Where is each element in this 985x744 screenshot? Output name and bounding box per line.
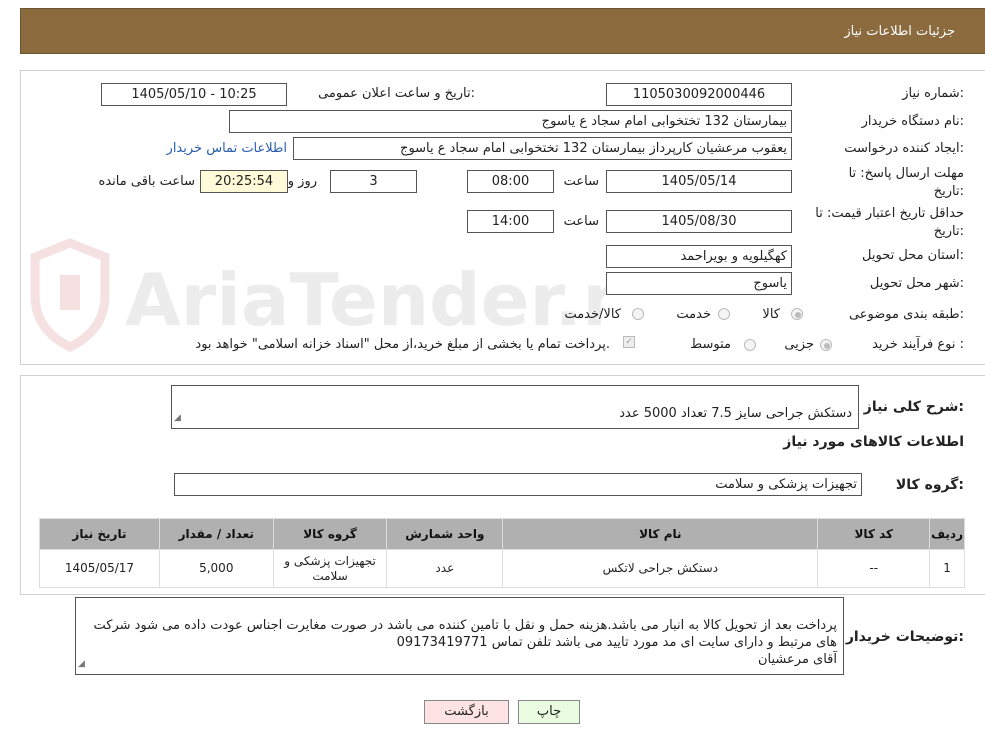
remaining-time-field: 20:25:54: [200, 170, 288, 193]
validity-time-field: 14:00: [467, 210, 554, 233]
buyer-org-field: بیمارستان 132 تختخوابی امام سجاد ع یاسوج: [229, 110, 792, 133]
col-name-header: نام کالا: [502, 518, 819, 550]
items-table: ردیف کد کالا نام کالا واحد شمارش گروه کا…: [39, 518, 965, 588]
category-goods-service-label: کالا/خدمت: [564, 307, 621, 322]
cell-date: 1405/05/17: [39, 549, 160, 588]
need-number-label: شماره نیاز:: [902, 86, 964, 101]
print-button[interactable]: چاپ: [518, 700, 580, 724]
description-text: دستکش جراحی سایز 7.5 تعداد 5000 عدد: [619, 406, 852, 421]
process-medium-label: متوسط: [690, 337, 731, 352]
requester-field: یعقوب مرعشیان کارپرداز بیمارستان 132 تخت…: [293, 137, 792, 160]
col-qty-header: تعداد / مقدار: [158, 518, 274, 550]
category-goods-label: کالا: [762, 307, 780, 322]
table-row: 1 -- دستکش جراحی لاتکس عدد تجهیزات پزشکی…: [39, 549, 965, 588]
buyer-notes-label: توضیحات خریدار:: [845, 629, 964, 645]
announce-label: تاریخ و ساعت اعلان عمومی:: [318, 86, 475, 101]
deadline-time-field: 08:00: [467, 170, 554, 193]
buyer-notes-textarea[interactable]: پرداخت بعد از تحویل کالا به انبار می باش…: [75, 597, 844, 675]
need-number-field: 1105030092000446: [606, 83, 792, 106]
buyer-contact-link[interactable]: اطلاعات تماس خریدار: [167, 141, 287, 156]
requester-label: ایجاد کننده درخواست:: [844, 141, 964, 156]
cell-code: --: [817, 549, 931, 588]
days-label: روز و: [287, 174, 317, 189]
announce-field: 1405/05/10 - 10:25: [101, 83, 287, 106]
process-minor-radio[interactable]: [820, 339, 832, 351]
validity-label-line1: حداقل تاریخ اعتبار قیمت: تا: [815, 206, 964, 221]
cell-qty: 5,000: [158, 549, 274, 588]
city-label: شهر محل تحویل:: [869, 276, 964, 291]
category-goods-radio[interactable]: [791, 308, 803, 320]
watermark-text: AriaTender.neT: [125, 258, 610, 342]
deadline-label-line2: تاریخ:: [933, 184, 964, 199]
deadline-time-label: ساعت: [563, 174, 599, 189]
goods-info-title: اطلاعات کالاهای مورد نیاز: [783, 434, 964, 450]
col-row-header: ردیف: [929, 518, 965, 550]
cell-unit: عدد: [386, 549, 504, 588]
cell-name: دستکش جراحی لاتکس: [502, 549, 819, 588]
buyer-org-label: نام دستگاه خریدار:: [861, 114, 964, 129]
goods-group-label: گروه کالا:: [895, 477, 964, 493]
category-service-label: خدمت: [676, 307, 711, 322]
resize-grip-icon[interactable]: ◢: [78, 656, 85, 673]
validity-time-label: ساعت: [563, 214, 599, 229]
col-group-header: گروه کالا: [272, 518, 388, 550]
col-date-header: تاریخ نیاز: [39, 518, 160, 550]
goods-group-field: تجهیزات پزشکی و سلامت: [174, 473, 862, 496]
city-field: یاسوج: [606, 272, 792, 295]
treasury-note: پرداخت تمام یا بخشی از مبلغ خرید،از محل …: [195, 337, 610, 352]
description-label: شرح کلی نیاز:: [863, 399, 964, 415]
col-unit-header: واحد شمارش: [386, 518, 504, 550]
page-title: جزئیات اطلاعات نیاز: [844, 24, 955, 39]
process-minor-label: جزیی: [784, 337, 814, 352]
validity-label-line2: تاریخ:: [933, 224, 964, 239]
days-field: 3: [330, 170, 417, 193]
process-medium-radio[interactable]: [744, 339, 756, 351]
col-code-header: کد کالا: [817, 518, 931, 550]
treasury-checkbox[interactable]: ✓: [623, 336, 635, 348]
category-goods-service-radio[interactable]: [632, 308, 644, 320]
category-label: طبقه بندی موضوعی:: [848, 307, 964, 322]
province-label: استان محل تحویل:: [862, 248, 964, 263]
cell-row: 1: [929, 549, 965, 588]
deadline-date-field: 1405/05/14: [606, 170, 792, 193]
description-textarea[interactable]: دستکش جراحی سایز 7.5 تعداد 5000 عدد ◢: [171, 385, 859, 429]
page-header: جزئیات اطلاعات نیاز: [20, 8, 985, 54]
process-label: نوع فرآیند خرید :: [872, 337, 964, 352]
buyer-notes-text: پرداخت بعد از تحویل کالا به انبار می باش…: [93, 618, 837, 667]
back-button[interactable]: بازگشت: [424, 700, 509, 724]
province-field: کهگیلویه و بویراحمد: [606, 245, 792, 268]
resize-grip-icon[interactable]: ◢: [174, 410, 181, 427]
cell-group: تجهیزات پزشکی و سلامت: [272, 549, 388, 588]
category-service-radio[interactable]: [718, 308, 730, 320]
deadline-label-line1: مهلت ارسال پاسخ: تا: [848, 166, 964, 181]
remaining-label: ساعت باقی مانده: [98, 174, 195, 189]
table-header-row: ردیف کد کالا نام کالا واحد شمارش گروه کا…: [39, 518, 965, 550]
validity-date-field: 1405/08/30: [606, 210, 792, 233]
